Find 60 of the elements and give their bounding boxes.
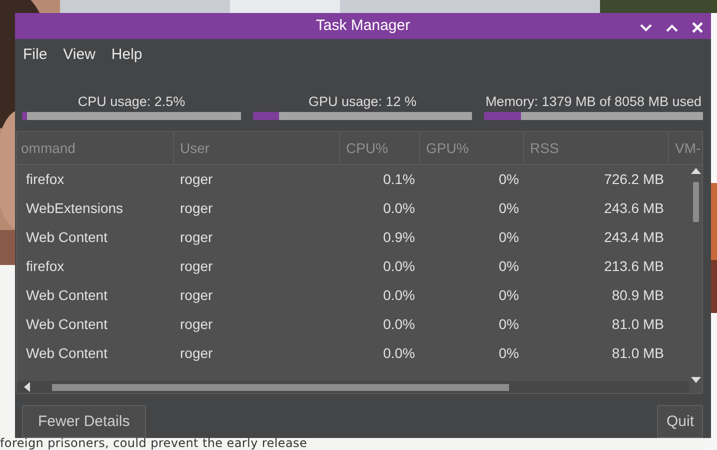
table-cell-text: WebExtensions: [25, 198, 124, 218]
scroll-thumb[interactable]: [52, 384, 509, 390]
table-cell-text: 0.0%: [382, 286, 416, 305]
meter-label: CPU usage: 2.5%: [78, 94, 186, 110]
scroll-up-icon[interactable]: [690, 168, 700, 174]
table-cell-text: roger: [179, 256, 214, 276]
column-header[interactable]: RSS: [524, 132, 669, 164]
menu-item[interactable]: File: [23, 46, 48, 70]
scroll-thumb[interactable]: [692, 182, 698, 222]
maximize-icon[interactable]: [666, 24, 678, 32]
table-cell-text: 726.2 MB: [603, 170, 665, 189]
table-cell-text: roger: [179, 344, 214, 363]
table-cell-text: roger: [179, 170, 214, 189]
table-cell-text: 0%: [498, 228, 520, 247]
meter-label: GPU usage: 12 %: [308, 94, 417, 110]
column-header[interactable]: User: [174, 132, 340, 164]
article-text: foreign prisoners, could prevent the early release: [0, 436, 308, 450]
column-header[interactable]: CPU%: [340, 132, 420, 164]
table-cell-text: 213.6 MB: [603, 256, 665, 276]
menu-item[interactable]: Help: [111, 46, 142, 70]
table-cell-text: 0%: [498, 198, 520, 218]
table-cell-text: 243.4 MB: [603, 228, 665, 247]
horizontal-scrollbar[interactable]: [17, 381, 689, 393]
table-cell-text: 0.9%: [382, 228, 416, 247]
table-cell-text: 0%: [498, 170, 520, 189]
table-cell-text: 0%: [498, 344, 520, 363]
table-cell-text: 0.0%: [382, 256, 416, 276]
window-title: Task Manager: [316, 17, 410, 34]
table-cell-text: 243.6 MB: [603, 198, 665, 218]
table-cell-text: 0.0%: [382, 314, 416, 334]
close-icon[interactable]: [692, 22, 703, 33]
table-cell-text: roger: [179, 228, 214, 247]
column-header[interactable]: ommand: [17, 132, 174, 164]
menu-item[interactable]: View: [63, 46, 96, 70]
table-cell-text: 0.0%: [382, 198, 416, 218]
minimize-icon[interactable]: [640, 24, 652, 32]
table-cell-text: 0%: [498, 256, 520, 276]
table-cell-text: 81.0 MB: [610, 344, 665, 363]
table-cell-text: Web Content: [25, 314, 108, 334]
table-cell-text: Web Content: [25, 344, 108, 363]
table-cell-text: roger: [179, 198, 214, 218]
scroll-left-icon[interactable]: [24, 382, 30, 392]
table-cell-text: 0%: [498, 314, 520, 334]
table-cell-text: roger: [179, 286, 214, 305]
button[interactable]: Fewer Details: [22, 405, 146, 438]
table-cell-text: 80.9 MB: [610, 286, 665, 305]
column-header[interactable]: VM-: [669, 132, 702, 164]
table-cell-text: firefox: [25, 170, 66, 189]
table-cell-text: firefox: [25, 256, 66, 276]
table-cell-text: roger: [179, 314, 214, 334]
table-cell-text: 0.1%: [382, 170, 416, 189]
meter-label: Memory: 1379 MB of 8058 MB used: [485, 94, 702, 110]
column-header[interactable]: GPU%: [420, 132, 524, 164]
button[interactable]: Quit: [657, 405, 703, 438]
table-cell-text: 0.0%: [382, 344, 416, 363]
table-cell-text: 81.0 MB: [610, 314, 665, 334]
table-cell-text: Web Content: [25, 228, 108, 247]
table-cell-text: 0%: [498, 286, 520, 305]
table-cell-text: Web Content: [25, 286, 108, 305]
scroll-down-icon[interactable]: [690, 376, 700, 383]
